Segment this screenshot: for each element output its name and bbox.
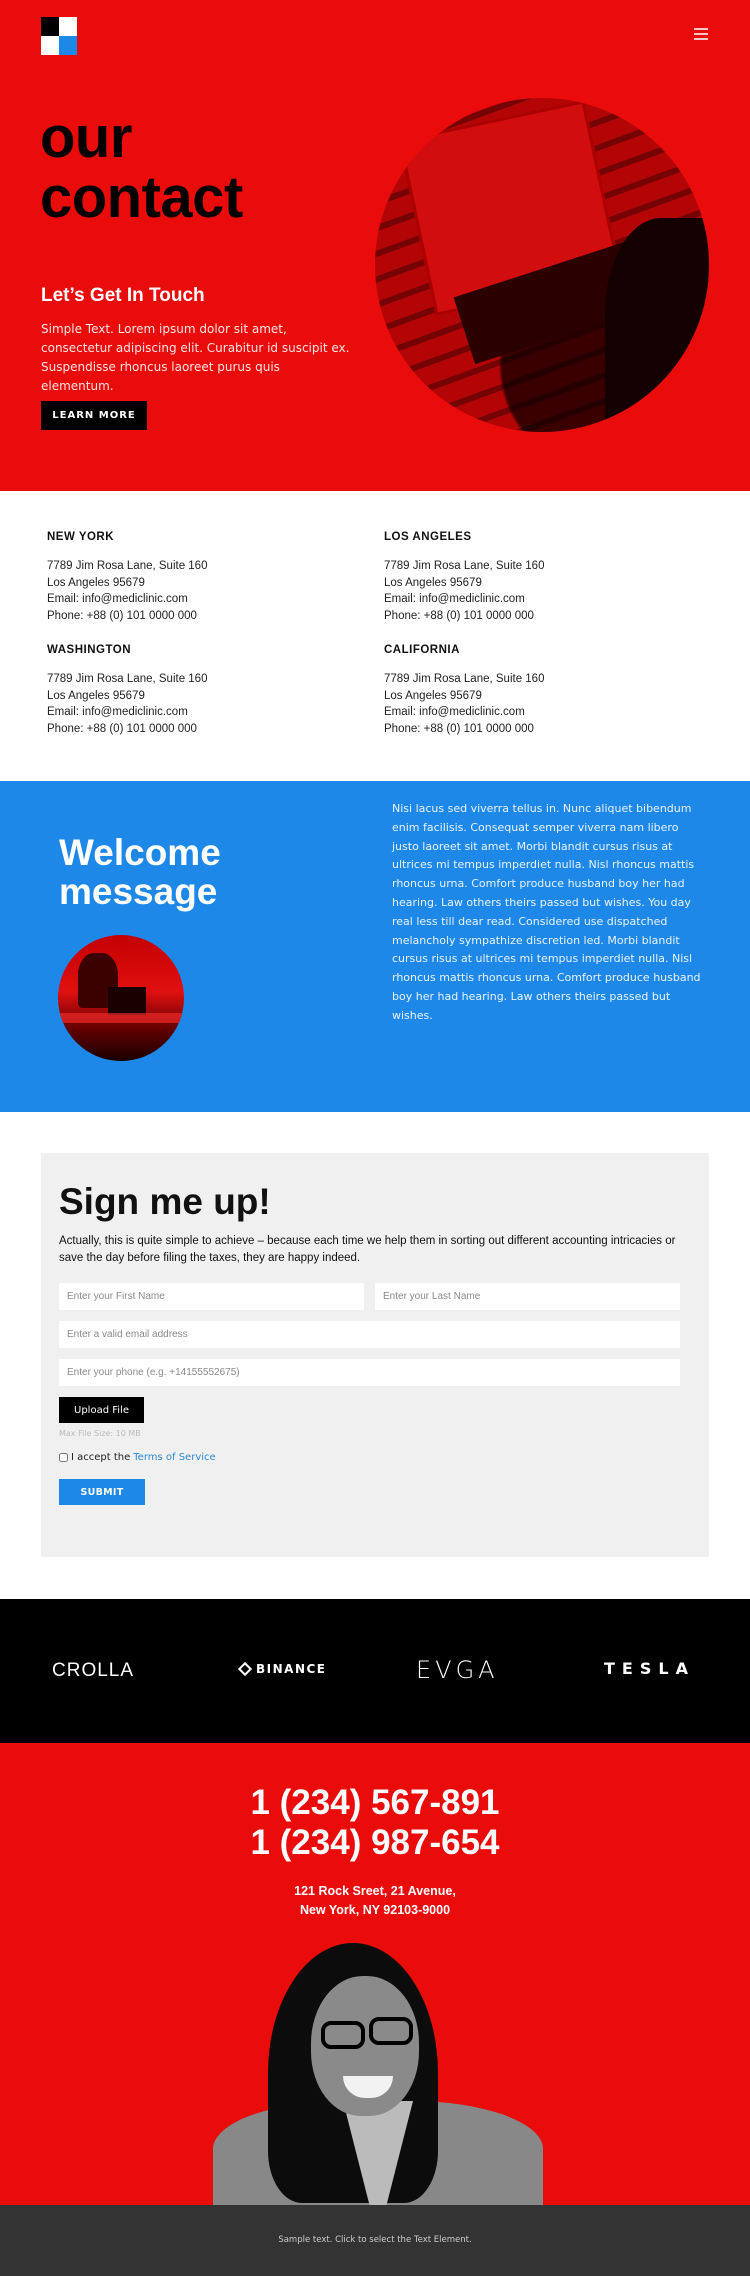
address-line-2: New York, NY 92103-9000 <box>299 1903 451 1917</box>
location-address: 7789 Jim Rosa Lane, Suite 160 <box>384 673 545 685</box>
location-city: WASHINGTON <box>47 644 132 656</box>
brand-logo-evga: EVGA <box>416 1656 499 1684</box>
upload-file-button[interactable]: Upload File <box>59 1397 144 1423</box>
location-card: WASHINGTON 7789 Jim Rosa Lane, Suite 160… <box>47 644 347 737</box>
location-card: CALIFORNIA 7789 Jim Rosa Lane, Suite 160… <box>384 644 684 737</box>
title-line-2: contact <box>40 165 243 230</box>
location-email: Email: info@mediclinic.com <box>47 706 188 718</box>
location-city-zip: Los Angeles 95679 <box>47 689 145 702</box>
brand-logo-crolla: CROLLA <box>52 1660 135 1681</box>
location-phone: Phone: +88 (0) 101 0000 000 <box>47 722 197 735</box>
person-image <box>213 1941 543 2205</box>
welcome-title-line-1: Welcome <box>59 832 221 873</box>
hero-image <box>375 98 709 432</box>
contact-address: 121 Rock Sreet, 21 Avenue, New York, NY … <box>0 1882 750 1920</box>
location-city-zip: Los Angeles 95679 <box>384 689 482 702</box>
hero-text: Simple Text. Lorem ipsum dolor sit amet,… <box>41 322 350 393</box>
location-email: Email: info@mediclinic.com <box>384 593 525 605</box>
submit-button[interactable]: SUBMIT <box>59 1479 145 1505</box>
footer: Sample text. Click to select the Text El… <box>0 2205 750 2276</box>
location-email: Email: info@mediclinic.com <box>47 593 188 605</box>
location-phone: Phone: +88 (0) 101 0000 000 <box>384 609 534 622</box>
location-city: CALIFORNIA <box>384 644 460 656</box>
location-card: LOS ANGELES 7789 Jim Rosa Lane, Suite 16… <box>384 531 684 624</box>
terms-label: I accept the <box>71 1452 131 1463</box>
first-name-input[interactable] <box>59 1283 364 1310</box>
welcome-title-line-2: message <box>59 871 218 912</box>
brands-section: CROLLA BINANCE EVGA TESLA <box>0 1599 750 1743</box>
terms-checkbox[interactable] <box>59 1453 68 1462</box>
welcome-text: Nisi lacus sed viverra tellus in. Nunc a… <box>392 802 701 1022</box>
hamburger-menu-icon[interactable] <box>694 27 710 43</box>
location-city-zip: Los Angeles 95679 <box>384 576 482 589</box>
hero-subtitle: Let’s Get In Touch <box>41 285 205 306</box>
last-name-input[interactable] <box>375 1283 680 1310</box>
logo-icon[interactable] <box>41 17 78 55</box>
signup-description: Actually, this is quite simple to achiev… <box>59 1235 676 1264</box>
brand-name: BINANCE <box>256 1662 327 1676</box>
location-phone: Phone: +88 (0) 101 0000 000 <box>47 609 197 622</box>
phone-input[interactable] <box>59 1359 680 1386</box>
signup-title: Sign me up! <box>59 1181 271 1222</box>
hero-section: our contact Let’s Get In Touch Simple Te… <box>0 0 750 491</box>
address-line-1: 121 Rock Sreet, 21 Avenue, <box>294 1884 456 1898</box>
location-email: Email: info@mediclinic.com <box>384 706 525 718</box>
location-phone: Phone: +88 (0) 101 0000 000 <box>384 722 534 735</box>
learn-more-button[interactable]: LEARN MORE <box>41 401 147 430</box>
welcome-title: Welcome message <box>59 833 221 911</box>
location-address: 7789 Jim Rosa Lane, Suite 160 <box>47 560 208 572</box>
welcome-section: Welcome message Nisi lacus sed viverra t… <box>0 781 750 1112</box>
terms-of-service-link[interactable]: Terms of Service <box>133 1452 215 1463</box>
contact-section: 1 (234) 567-891 1 (234) 987-654 121 Rock… <box>0 1743 750 2205</box>
title-line-1: our <box>40 105 132 170</box>
phone-number: 1 (234) 567-891 <box>250 1783 500 1822</box>
phone-number: 1 (234) 987-654 <box>250 1823 500 1862</box>
location-city: NEW YORK <box>47 531 115 543</box>
max-file-size-note: Max File Size: 10 MB <box>59 1429 141 1438</box>
location-address: 7789 Jim Rosa Lane, Suite 160 <box>384 560 545 572</box>
location-city-zip: Los Angeles 95679 <box>47 576 145 589</box>
location-address: 7789 Jim Rosa Lane, Suite 160 <box>47 673 208 685</box>
terms-row: I accept the Terms of Service <box>59 1452 216 1463</box>
signup-form: Sign me up! Actually, this is quite simp… <box>41 1153 709 1557</box>
email-input[interactable] <box>59 1321 680 1348</box>
location-city: LOS ANGELES <box>384 531 472 543</box>
footer-text[interactable]: Sample text. Click to select the Text El… <box>0 2235 750 2245</box>
brand-logo-tesla: TESLA <box>604 1659 695 1678</box>
brand-logo-binance: BINANCE <box>237 1661 327 1677</box>
welcome-image <box>58 935 184 1061</box>
page-title: our contact <box>40 108 243 228</box>
location-card: NEW YORK 7789 Jim Rosa Lane, Suite 160 L… <box>47 531 347 624</box>
binance-diamond-icon <box>237 1661 253 1677</box>
phone-numbers: 1 (234) 567-891 1 (234) 987-654 <box>0 1783 750 1863</box>
